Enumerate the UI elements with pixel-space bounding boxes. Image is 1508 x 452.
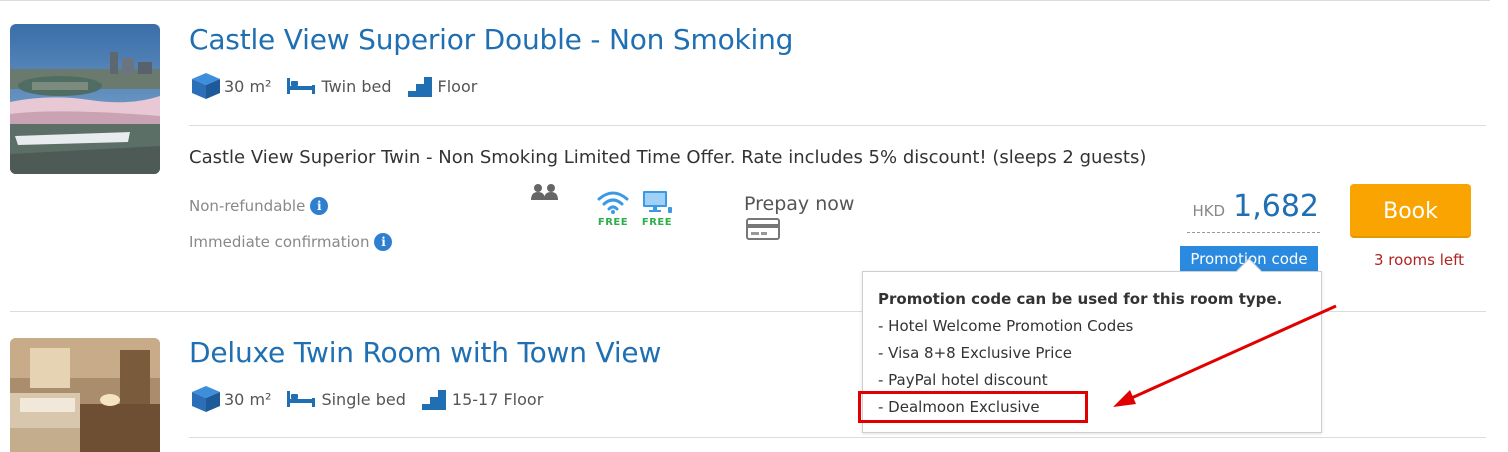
tooltip-title: Promotion code can be used for this room… — [878, 290, 1283, 308]
room-floor-label: 15-17 Floor — [451, 389, 544, 409]
price-amount: 1,682 — [1233, 189, 1319, 224]
price: HKD 1,682 — [1192, 189, 1319, 224]
payment-type: Prepay now — [744, 193, 855, 215]
amenity-free-label: FREE — [641, 217, 673, 228]
rate-description: Castle View Superior Twin - Non Smoking … — [189, 147, 1147, 168]
room-floor: Floor — [407, 75, 478, 97]
room-title[interactable]: Deluxe Twin Room with Town View — [189, 336, 661, 369]
bed-icon — [287, 391, 316, 407]
price-currency: HKD — [1192, 202, 1226, 220]
wifi-icon — [597, 191, 629, 214]
computer-icon — [643, 191, 672, 213]
top-divider — [0, 0, 1490, 1]
room-floor: 15-17 Floor — [421, 388, 544, 410]
stairs-icon — [407, 77, 432, 97]
cube-icon — [192, 73, 220, 99]
bottom-divider — [189, 437, 1486, 438]
room-area: 30 m² — [191, 72, 271, 100]
credit-card-icon — [746, 218, 780, 244]
annotation-highlight-box — [858, 391, 1088, 423]
rooms-left-label: 3 rooms left — [1374, 251, 1464, 269]
price-underline — [1187, 232, 1320, 233]
room-bed-label: Single bed — [321, 389, 406, 409]
policy-non-refundable: Non-refundable i — [189, 197, 329, 215]
room-bed-label: Twin bed — [321, 76, 392, 96]
policy-label: Non-refundable — [189, 197, 306, 215]
room-title[interactable]: Castle View Superior Double - Non Smokin… — [189, 23, 793, 56]
bed-icon — [287, 78, 316, 94]
room-photo-castle-view[interactable] — [10, 24, 160, 174]
policy-label: Immediate confirmation — [189, 233, 370, 251]
room-floor-label: Floor — [437, 76, 478, 96]
room-bed: Twin bed — [287, 76, 392, 96]
room-area-label: 30 m² — [224, 76, 272, 96]
room-area: 30 m² — [191, 385, 271, 413]
room-facts: 30 m² Single bed 15-17 Floor — [191, 385, 559, 413]
room-bed: Single bed — [287, 389, 406, 409]
info-icon[interactable]: i — [374, 233, 393, 251]
tooltip-item: - Visa 8+8 Exclusive Price — [878, 344, 1072, 362]
two-guests-icon — [530, 183, 560, 205]
cube-icon — [192, 386, 220, 412]
room-rate-divider — [189, 125, 1486, 126]
info-icon[interactable]: i — [310, 197, 329, 215]
tooltip-item: - PayPal hotel discount — [878, 371, 1048, 389]
room-area-label: 30 m² — [224, 389, 272, 409]
book-button[interactable]: Book — [1350, 184, 1471, 238]
room-photo-deluxe-twin[interactable] — [10, 338, 160, 452]
room-facts: 30 m² Twin bed Floor — [191, 72, 493, 100]
amenity-wifi: FREE — [597, 190, 629, 228]
stairs-icon — [421, 390, 446, 410]
policy-immediate-confirmation: Immediate confirmation i — [189, 233, 393, 251]
amenity-free-label: FREE — [597, 217, 629, 228]
tooltip-item: - Hotel Welcome Promotion Codes — [878, 317, 1134, 335]
amenity-computer: FREE — [641, 190, 673, 228]
